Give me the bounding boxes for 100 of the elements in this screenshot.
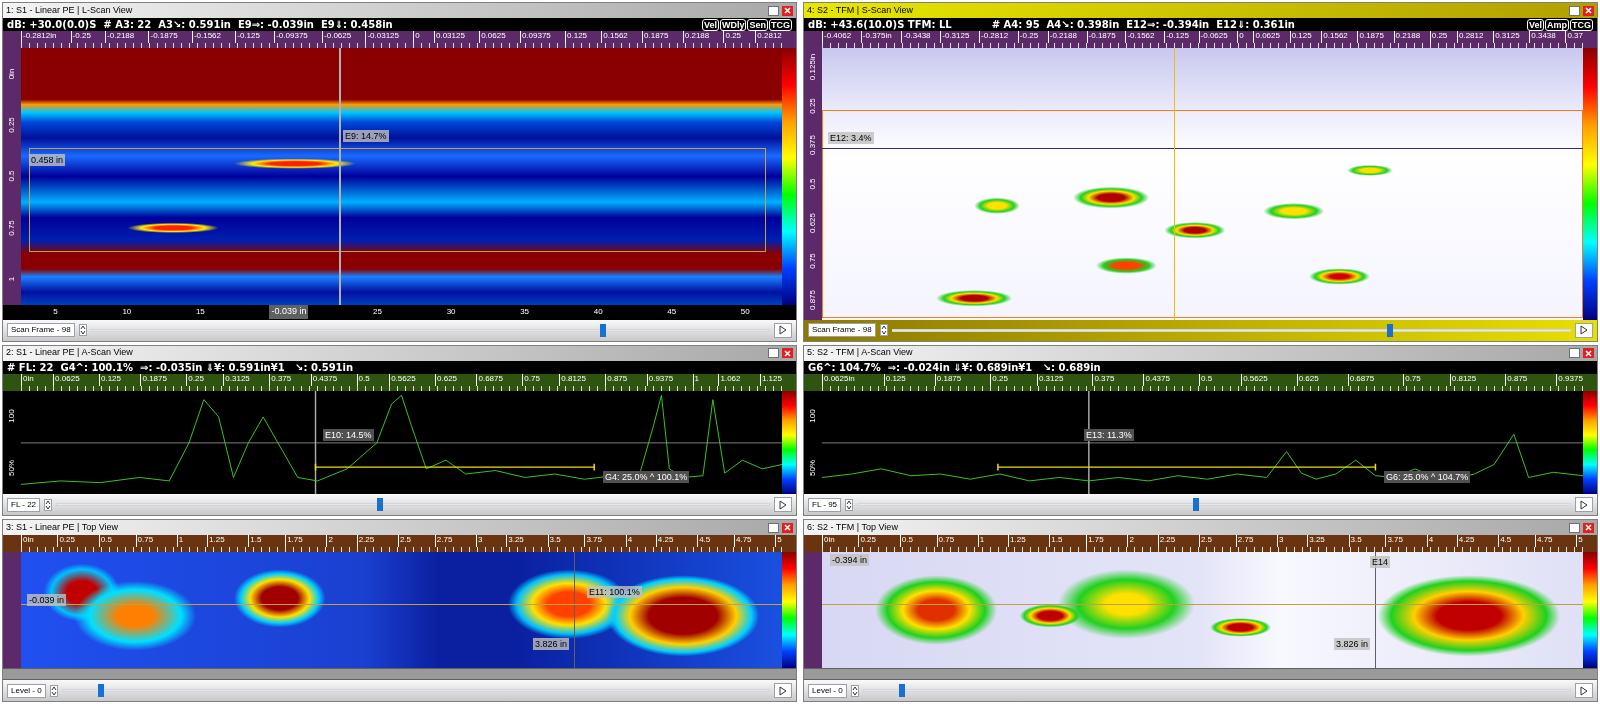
slider-label: FL - 22: [7, 497, 41, 512]
slider-label: Scan Frame - 98: [808, 323, 876, 337]
ruler-label: -0.2188: [1047, 31, 1077, 43]
maximize-icon[interactable]: [768, 5, 779, 16]
slider-thumb[interactable]: [1387, 323, 1394, 337]
slider-label: Level - 0: [808, 683, 847, 698]
ruler-label: 0.09375: [519, 31, 551, 43]
ruler-label: 0.875: [605, 373, 628, 386]
ruler-label: -0.25: [70, 31, 91, 43]
toolbar-toggle[interactable]: TCG: [1570, 18, 1593, 31]
spinner-icon[interactable]: [49, 684, 58, 697]
measure-label: 3.826 in: [533, 638, 570, 651]
axis-label: 0.375: [807, 134, 818, 155]
ruler-label: 0.2812: [755, 31, 782, 43]
ruler-label: 1.25: [207, 535, 225, 548]
play-icon: [1580, 499, 1588, 510]
close-icon[interactable]: [1583, 522, 1594, 533]
ruler-label: 0.1875: [1357, 31, 1384, 43]
play-button[interactable]: [774, 497, 792, 513]
ruler-label: 1.062: [718, 373, 741, 386]
ruler-label: 3.25: [1307, 535, 1325, 548]
ruler-label: 0.5: [98, 535, 112, 548]
toolbar-toggle[interactable]: Vel: [1527, 18, 1544, 31]
maximize-icon[interactable]: [768, 522, 779, 533]
ruler-label: -0.0625: [322, 31, 352, 43]
slider-thumb[interactable]: [899, 684, 905, 697]
close-icon[interactable]: [1583, 348, 1594, 358]
slider-thumb[interactable]: [1192, 498, 1199, 512]
ruler-label: 1.25: [1008, 535, 1026, 548]
play-button[interactable]: [774, 322, 792, 338]
close-icon[interactable]: [1583, 5, 1594, 16]
play-button[interactable]: [1575, 322, 1593, 338]
spinner-icon[interactable]: [44, 498, 53, 511]
ruler-label: 3.25: [506, 535, 524, 548]
readout-text: # FL: 22 G4^: 100.1% ⇒: -0.035in ⇓¥: 0.591in¥1 ↘: 0.591in: [7, 360, 354, 375]
ruler-label: 0.5625: [389, 373, 416, 386]
panel-title: 4: S2 - TFM | S-Scan View: [807, 3, 914, 17]
slider-thumb[interactable]: [599, 323, 606, 337]
slider-thumb[interactable]: [377, 498, 384, 512]
ruler-label: 2.25: [1157, 535, 1176, 548]
play-button[interactable]: [774, 683, 792, 698]
ruler-label: 1.5: [248, 535, 262, 548]
ruler-label: -0.1875: [148, 31, 178, 43]
ruler-label: -0.125: [1164, 31, 1189, 43]
axis-label: 1: [6, 276, 17, 282]
measure-label: G4: 25.0% ^ 100.1%: [603, 470, 690, 483]
ruler-label: 1.125: [759, 373, 782, 386]
spinner-icon[interactable]: [850, 684, 859, 697]
measure-label: E12: 3.4%: [828, 132, 874, 144]
play-button[interactable]: [1575, 497, 1593, 513]
toolbar-toggle[interactable]: Amp: [1545, 18, 1569, 31]
ruler-label: 4: [1426, 535, 1434, 548]
ruler-label: 0.6875: [476, 373, 503, 386]
panel-title: 3: S1 - Linear PE | Top View: [6, 521, 119, 534]
toolbar-toggle[interactable]: Sen: [747, 18, 768, 31]
maximize-icon[interactable]: [1569, 522, 1580, 533]
maximize-icon[interactable]: [1569, 5, 1580, 16]
spinner-icon[interactable]: [845, 498, 854, 511]
ruler-label: 0.625: [1296, 373, 1319, 386]
ruler-label: 0.25: [57, 535, 75, 548]
measure-label: E13: 11.3%: [1084, 428, 1134, 441]
scrollbar[interactable]: [3, 668, 796, 680]
ruler-label: 0.1562: [601, 31, 628, 43]
close-icon[interactable]: [782, 522, 793, 533]
play-icon: [1580, 325, 1588, 335]
toolbar-toggle[interactable]: Vel: [701, 18, 719, 31]
close-icon[interactable]: [782, 348, 793, 358]
ruler-label: -0.2812: [979, 31, 1009, 43]
measure-label: E10: 14.5%: [323, 428, 374, 441]
ruler-label: 4: [625, 535, 633, 548]
close-icon[interactable]: [782, 5, 793, 16]
ruler-label: 4.25: [655, 535, 674, 548]
ruler-label: -0.3438: [901, 31, 931, 43]
scrollbar[interactable]: [804, 668, 1597, 680]
ruler-label: 2.75: [434, 535, 453, 548]
ruler-label: 0.9375: [1556, 373, 1583, 386]
ruler-label: 2.75: [1235, 535, 1254, 548]
measure-label: 3.826 in: [1334, 638, 1371, 651]
ruler-label: 0.5: [899, 535, 913, 548]
axis-label: 50%: [807, 460, 818, 477]
axis-label: 0in: [6, 68, 17, 79]
ruler-label: 0.1875: [140, 373, 167, 386]
ruler-label: 3.5: [1348, 535, 1362, 548]
measure-label: -0.039 in: [27, 594, 67, 607]
ruler-label: 0.375: [1092, 373, 1115, 386]
spinner-icon[interactable]: [78, 324, 87, 336]
axis-label: 30: [446, 306, 456, 318]
ruler-label: 0.75: [522, 373, 540, 386]
maximize-icon[interactable]: [1569, 348, 1580, 358]
play-button[interactable]: [1575, 683, 1593, 698]
ruler-label: 0.5625: [1241, 373, 1268, 386]
slider-thumb[interactable]: [98, 684, 104, 697]
spinner-icon[interactable]: [879, 324, 888, 336]
axis-label: 0.5: [807, 178, 818, 190]
axis-label: 10: [122, 306, 132, 318]
position-label: -0.039 in: [269, 305, 309, 319]
toolbar-toggle[interactable]: TCG: [769, 18, 792, 31]
ruler-label: 5: [775, 535, 782, 548]
maximize-icon[interactable]: [768, 348, 779, 358]
toolbar-toggle[interactable]: WDly: [720, 18, 747, 31]
